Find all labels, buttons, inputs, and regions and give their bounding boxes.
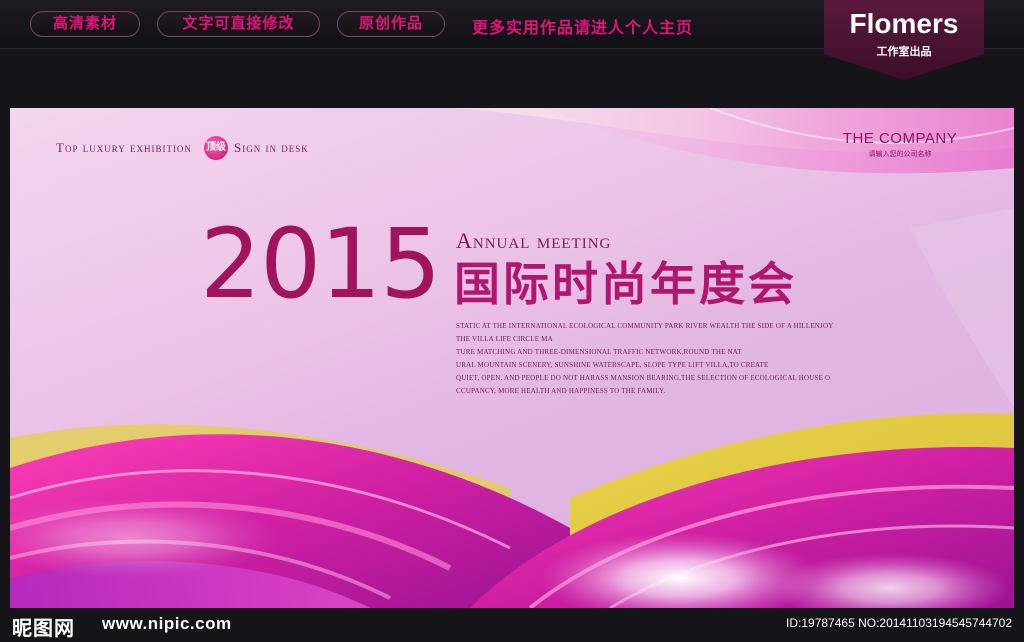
description-line: STATIC AT THE INTERNATIONAL ECOLOGICAL C… xyxy=(456,322,834,330)
tagline-left: Top luxury exhibition xyxy=(56,140,192,155)
description-line: CCUPANCY, MORE HEALTH AND HAPPINESS TO T… xyxy=(456,387,666,395)
description-line: THE VILLA LIFE CIRCLE MA xyxy=(456,335,553,343)
tag-original-work-button[interactable]: 原创作品 xyxy=(337,11,445,37)
year-heading: 2015 xyxy=(200,208,441,320)
description-line: TURE MATCHING AND THREE-DIMENSIONAL TRAF… xyxy=(456,348,742,356)
description-line: QUIET, OPEN, AND PEOPLE DO NOT HARASS MA… xyxy=(456,374,831,382)
brand-subtitle: 工作室出品 xyxy=(876,46,932,58)
brand-badge: Flomers 工作室出品 xyxy=(824,0,984,80)
tag-hd-material-button[interactable]: 高清素材 xyxy=(30,11,140,37)
description-block: STATIC AT THE INTERNATIONAL ECOLOGICAL C… xyxy=(456,320,836,398)
site-logo: 昵图网 xyxy=(12,618,75,640)
tag-editable-text-button[interactable]: 文字可直接修改 xyxy=(157,11,320,37)
top-badge: 顶级 xyxy=(204,136,228,160)
brand-name: Flomers xyxy=(849,8,959,39)
company-name: THE COMPANY xyxy=(842,130,958,147)
company-subtitle: 请输入您的公司名称 xyxy=(868,151,932,158)
poster-image: Top luxury exhibition 顶级 Sign in desk TH… xyxy=(10,108,1014,608)
annual-meeting-label: Annual meeting xyxy=(456,228,612,253)
description-line: URAL MOUNTAIN SCENERY, SUNSHINE WATERSCA… xyxy=(456,361,769,369)
tagline-right: Sign in desk xyxy=(234,140,309,155)
company-block: THE COMPANY 请输入您的公司名称 xyxy=(820,130,980,159)
image-id: ID:19787465 NO:20141103194545744702 xyxy=(786,616,1012,630)
event-title: 国际时尚年度会 xyxy=(454,257,797,311)
watermark-footer: 昵图网 www.nipic.com ID:19787465 NO:2014110… xyxy=(0,608,1024,642)
homepage-link[interactable]: 更多实用作品请进人个人主页 xyxy=(472,14,693,38)
site-url[interactable]: www.nipic.com xyxy=(102,614,232,634)
